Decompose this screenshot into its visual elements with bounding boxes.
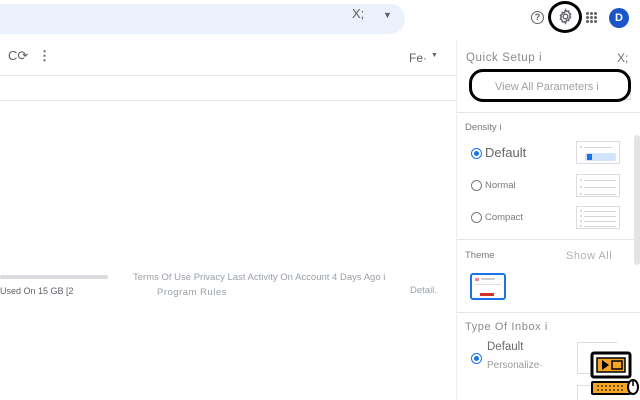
- avatar[interactable]: D: [609, 8, 629, 28]
- density-normal-label[interactable]: Normal: [485, 180, 516, 191]
- sort-caret-icon[interactable]: ▼: [431, 52, 438, 59]
- search-options-icon[interactable]: ▼: [383, 10, 392, 20]
- density-default-label[interactable]: Default: [485, 145, 526, 160]
- density-normal-radio[interactable]: [471, 180, 482, 191]
- apps-grid-icon[interactable]: [586, 12, 597, 23]
- theme-title: Theme: [465, 250, 495, 261]
- sort-label[interactable]: Fe·: [409, 51, 427, 65]
- divider: [0, 75, 456, 76]
- density-default-radio[interactable]: [471, 148, 482, 159]
- quick-settings-panel: Quick Setup i X; View All Parameters i D…: [456, 40, 640, 400]
- search-bar[interactable]: [0, 4, 405, 34]
- panel-title: Quick Setup i: [466, 52, 543, 64]
- footer-links[interactable]: Terms Of Use Privacy Last Activity On Ac…: [133, 272, 385, 283]
- density-compact-label[interactable]: Compact: [485, 212, 523, 223]
- panel-scrollbar[interactable]: [634, 135, 640, 265]
- theme-thumbnail[interactable]: [470, 273, 506, 300]
- more-options-icon[interactable]: ⋮: [38, 48, 51, 64]
- inbox-default-label[interactable]: Default: [487, 341, 523, 353]
- gear-icon[interactable]: [557, 8, 574, 25]
- details-link[interactable]: Detail.: [410, 285, 437, 296]
- divider: [457, 239, 640, 240]
- footer-program-policies[interactable]: Program Rules: [157, 287, 227, 298]
- density-title: Density i: [465, 122, 502, 133]
- settings-highlight-circle[interactable]: [548, 1, 582, 33]
- density-normal-thumbnail[interactable]: [576, 174, 620, 197]
- divider: [0, 100, 456, 101]
- refresh-icon[interactable]: C⟳: [8, 48, 28, 64]
- inbox-default-sublabel[interactable]: Personalize·: [487, 360, 543, 371]
- search-clear-icon[interactable]: X;: [352, 6, 364, 21]
- watermark-logo-icon: [590, 351, 639, 395]
- help-icon[interactable]: ?: [531, 11, 544, 24]
- storage-text[interactable]: Used On 15 GB [2: [0, 286, 74, 296]
- divider: [457, 112, 640, 113]
- density-default-thumbnail[interactable]: [576, 141, 620, 164]
- view-all-settings-label[interactable]: View All Parameters i: [495, 81, 599, 93]
- density-compact-radio[interactable]: [471, 212, 482, 223]
- divider: [457, 312, 640, 313]
- theme-show-all-link[interactable]: Show All: [566, 250, 612, 262]
- inbox-default-radio[interactable]: [471, 353, 482, 364]
- inbox-type-title: Type Of Inbox i: [465, 321, 548, 333]
- close-icon[interactable]: X;: [617, 51, 628, 65]
- storage-bar: [0, 275, 108, 279]
- density-compact-thumbnail[interactable]: [576, 206, 620, 229]
